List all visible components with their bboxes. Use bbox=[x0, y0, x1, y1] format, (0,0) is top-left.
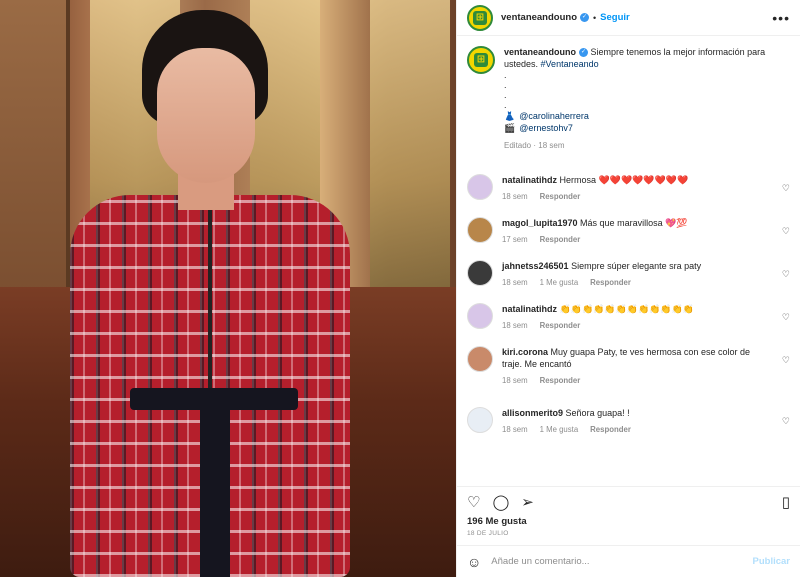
post-header: ⊞ ventaneandouno ✓ • Seguir ••• bbox=[457, 0, 800, 36]
caption-dots: . . . . bbox=[504, 70, 507, 110]
profile-username[interactable]: ventaneandouno bbox=[501, 12, 577, 23]
comment-row: allisonmerito9 Señora guapa! ! 18 sem 1 Me… bbox=[467, 407, 790, 434]
background-window bbox=[370, 0, 450, 300]
commenter-avatar[interactable] bbox=[467, 260, 493, 286]
likes-count[interactable]: 196 Me gusta bbox=[457, 516, 800, 527]
comment-input[interactable]: Añade un comentario... bbox=[491, 556, 752, 567]
commenter-avatar[interactable] bbox=[467, 407, 493, 433]
commenter-username[interactable]: jahnetss246501 bbox=[502, 261, 569, 271]
caption-hashtag[interactable]: #Ventaneando bbox=[541, 59, 599, 69]
bookmark-icon[interactable]: ▯ bbox=[782, 493, 790, 511]
post-side-panel: ⊞ ventaneandouno ✓ • Seguir ••• ⊞ ventan… bbox=[456, 0, 800, 577]
commenter-username[interactable]: natalinatihdz bbox=[502, 304, 557, 314]
comment-heart-icon[interactable]: ♡ bbox=[782, 312, 790, 323]
commenter-username[interactable]: natalinatihdz bbox=[502, 175, 557, 185]
reply-button[interactable]: Responder bbox=[540, 321, 581, 330]
commenter-avatar[interactable] bbox=[467, 346, 493, 372]
commenter-avatar[interactable] bbox=[467, 217, 493, 243]
add-comment-bar: ☺ Añade un comentario... Publicar bbox=[457, 545, 800, 577]
more-horizontal-icon[interactable]: ••• bbox=[772, 10, 790, 26]
reply-button[interactable]: Responder bbox=[590, 278, 631, 287]
comment-text: Hermosa ❤️❤️❤️❤️❤️❤️❤️❤️ bbox=[559, 175, 689, 185]
comment-text: Más que maravillosa 💖💯 bbox=[580, 218, 688, 228]
post-date: 18 DE JULIO bbox=[467, 530, 509, 537]
commenter-username[interactable]: allisonmerito9 bbox=[502, 408, 563, 418]
verified-badge-icon: ✓ bbox=[580, 13, 590, 22]
comment-text: Siempre súper elegante sra paty bbox=[571, 261, 702, 271]
comment-row: natalinatihdz Hermosa ❤️❤️❤️❤️❤️❤️❤️❤️ 18… bbox=[467, 174, 790, 201]
brand-logo-icon: ⊞ bbox=[474, 53, 488, 67]
heart-icon[interactable]: ♡ bbox=[467, 493, 480, 511]
reply-button[interactable]: Responder bbox=[540, 192, 581, 201]
reply-button[interactable]: Responder bbox=[540, 376, 581, 385]
comment-row: kiri.corona Muy guapa Paty, te ves hermo… bbox=[467, 346, 790, 385]
belt-tail bbox=[200, 405, 230, 577]
comment-heart-icon[interactable]: ♡ bbox=[782, 416, 790, 427]
emoji-icon[interactable]: ☺ bbox=[467, 554, 481, 570]
credit-mention[interactable]: 🎬 @ernestohv7 bbox=[504, 122, 790, 134]
post-actions-bar: ♡ ◯ ➢ ▯ bbox=[457, 486, 800, 516]
verified-badge-icon: ✓ bbox=[579, 48, 589, 58]
comment-heart-icon[interactable]: ♡ bbox=[782, 269, 790, 280]
caption-username[interactable]: ventaneandouno bbox=[504, 47, 576, 57]
brand-logo-icon: ⊞ bbox=[473, 10, 487, 25]
dress-icon: 👗 bbox=[504, 111, 516, 121]
share-icon[interactable]: ➢ bbox=[521, 493, 534, 511]
caption-meta: Editado · 18 sem bbox=[504, 141, 565, 150]
comment-likes[interactable]: 1 Me gusta bbox=[540, 278, 579, 287]
comments-feed[interactable]: ⊞ ventaneandouno ✓ Siempre tenemos la mej… bbox=[457, 36, 800, 486]
clapperboard-icon: 🎬 bbox=[504, 123, 516, 133]
follow-button[interactable]: Seguir bbox=[600, 12, 630, 23]
comment-text: 👏👏👏👏👏👏👏👏👏👏👏👏 bbox=[559, 304, 695, 314]
commenter-avatar[interactable] bbox=[467, 303, 493, 329]
woman-in-plaid-suit bbox=[60, 10, 360, 577]
comment-heart-icon[interactable]: ♡ bbox=[782, 183, 790, 194]
reply-button[interactable]: Responder bbox=[590, 425, 631, 434]
reply-button[interactable]: Responder bbox=[540, 235, 581, 244]
commenter-username[interactable]: magol_lupita1970 bbox=[502, 218, 578, 228]
header-separator: • bbox=[593, 12, 597, 23]
comment-time: 18 sem bbox=[502, 376, 528, 385]
caption-avatar[interactable]: ⊞ bbox=[467, 46, 495, 74]
face bbox=[157, 48, 255, 183]
post-image[interactable] bbox=[0, 0, 456, 577]
comment-time: 18 sem bbox=[502, 192, 528, 201]
comment-time: 18 sem bbox=[502, 278, 528, 287]
comment-likes[interactable]: 1 Me gusta bbox=[540, 425, 579, 434]
commenter-avatar[interactable] bbox=[467, 174, 493, 200]
comment-text: Señora guapa! ! bbox=[565, 408, 630, 418]
comment-heart-icon[interactable]: ♡ bbox=[782, 226, 790, 237]
comment-time: 18 sem bbox=[502, 425, 528, 434]
comment-row: magol_lupita1970 Más que maravillosa 💖💯 1… bbox=[467, 217, 790, 244]
comment-time: 17 sem bbox=[502, 235, 528, 244]
comment-row: natalinatihdz 👏👏👏👏👏👏👏👏👏👏👏👏 18 sem Responde… bbox=[467, 303, 790, 330]
comment-heart-icon[interactable]: ♡ bbox=[782, 355, 790, 366]
comment-time: 18 sem bbox=[502, 321, 528, 330]
publish-button[interactable]: Publicar bbox=[753, 556, 791, 567]
comment-row: jahnetss246501 Siempre súper elegante sr… bbox=[467, 260, 790, 287]
post-caption: ⊞ ventaneandouno ✓ Siempre tenemos la mej… bbox=[467, 46, 790, 152]
comment-icon[interactable]: ◯ bbox=[492, 493, 509, 511]
commenter-username[interactable]: kiri.corona bbox=[502, 347, 548, 357]
profile-avatar[interactable]: ⊞ bbox=[467, 4, 493, 31]
credit-mention[interactable]: 👗 @carolinaherrera bbox=[504, 110, 790, 122]
